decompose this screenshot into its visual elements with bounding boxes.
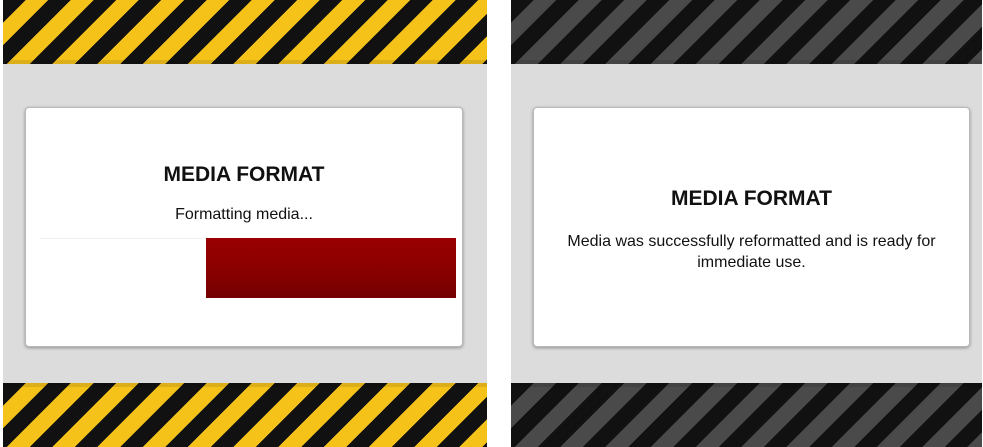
hazard-stripe-bottom-inactive [511,383,982,447]
format-dialog-card: MEDIA FORMAT Formatting media... [25,107,463,347]
hazard-stripe-bottom [3,383,487,447]
success-message: Media was successfully reformatted and i… [567,233,936,271]
format-progress-bar [40,238,456,298]
hazard-stripe-top [3,0,487,64]
format-progress-fill [206,238,456,298]
format-complete-card: MEDIA FORMAT Media was successfully refo… [533,107,970,347]
format-complete-screen: MEDIA FORMAT Media was successfully refo… [511,0,982,447]
dialog-title: MEDIA FORMAT [163,163,325,186]
media-format-comparison: MEDIA FORMAT Formatting media... MEDIA F… [0,0,983,447]
hazard-stripe-top-inactive [511,0,982,64]
dialog-title: MEDIA FORMAT [671,187,832,210]
status-message: Formatting media... [175,206,313,223]
format-progress-screen: MEDIA FORMAT Formatting media... [3,0,487,447]
